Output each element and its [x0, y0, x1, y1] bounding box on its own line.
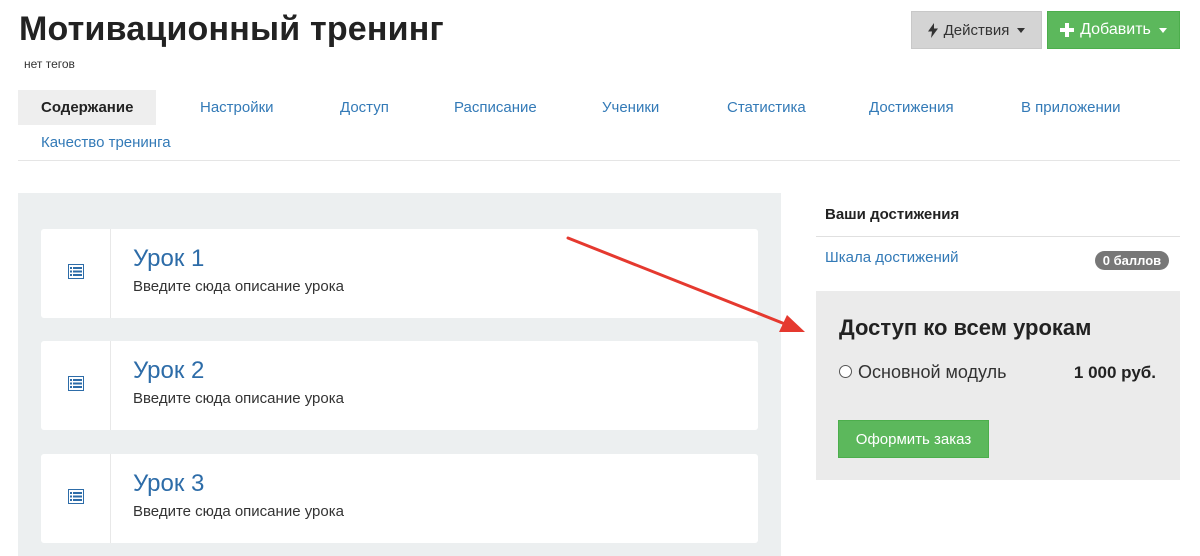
bolt-icon [927, 22, 938, 38]
page: Мотивационный тренинг нет тегов Действия… [0, 0, 1200, 556]
lesson-title[interactable]: Урок 2 [133, 357, 204, 385]
actions-label: Действия [943, 21, 1010, 39]
tab-content[interactable]: Содержание [18, 90, 157, 125]
access-title: Доступ ко всем урокам [839, 315, 1092, 340]
tab-statistics[interactable]: Статистика [727, 90, 806, 125]
points-badge: 0 баллов [1095, 251, 1169, 270]
tab-training-quality[interactable]: Качество тренинга [41, 125, 171, 160]
lesson-description: Введите сюда описание урока [133, 278, 344, 295]
actions-dropdown-button[interactable]: Действия [911, 11, 1042, 49]
lesson-list-icon [67, 488, 84, 509]
tags-label: нет тегов [24, 57, 75, 71]
lesson-title[interactable]: Урок 3 [133, 470, 204, 498]
add-label: Добавить [1080, 21, 1151, 38]
annotation-arrow-head [779, 315, 805, 332]
page-title: Мотивационный тренинг [19, 10, 444, 48]
tab-in-app[interactable]: В приложении [1021, 90, 1121, 125]
caret-down-icon [1158, 27, 1167, 33]
achievements-title: Ваши достижения [825, 206, 960, 223]
order-button[interactable]: Оформить заказ [838, 420, 989, 458]
offer-radio[interactable] [839, 365, 852, 378]
caret-down-icon [1017, 27, 1026, 33]
divider [816, 236, 1180, 237]
lesson-title[interactable]: Урок 1 [133, 245, 204, 273]
achievements-scale-link[interactable]: Шкала достижений [825, 249, 959, 266]
lesson-list-icon [67, 263, 84, 284]
lesson-list-icon [67, 375, 84, 396]
add-dropdown-button[interactable]: Добавить [1047, 11, 1180, 49]
lesson-description: Введите сюда описание урока [133, 503, 344, 520]
tabs-nav: Содержание Настройки Доступ Расписание У… [18, 90, 1180, 161]
lesson-card[interactable]: Урок 3 Введите сюда описание урока [41, 454, 758, 543]
offer-price: 1 000 руб. [1073, 363, 1156, 382]
lesson-card[interactable]: Урок 2 Введите сюда описание урока [41, 341, 758, 430]
plus-icon [1060, 23, 1075, 37]
offer-label[interactable]: Основной модуль [858, 362, 1007, 383]
access-offer-box: Доступ ко всем урокам Основной модуль 1 … [816, 291, 1180, 480]
tab-schedule[interactable]: Расписание [454, 90, 537, 125]
lesson-icon-cell [41, 454, 111, 543]
tab-students[interactable]: Ученики [602, 90, 659, 125]
tab-access[interactable]: Доступ [340, 90, 389, 125]
tab-achievements[interactable]: Достижения [869, 90, 954, 125]
lessons-panel: Урок 1 Введите сюда описание урока Урок … [18, 193, 781, 556]
lesson-icon-cell [41, 341, 111, 430]
tab-settings[interactable]: Настройки [200, 90, 274, 125]
lesson-icon-cell [41, 229, 111, 318]
lesson-card[interactable]: Урок 1 Введите сюда описание урока [41, 229, 758, 318]
lesson-description: Введите сюда описание урока [133, 390, 344, 407]
